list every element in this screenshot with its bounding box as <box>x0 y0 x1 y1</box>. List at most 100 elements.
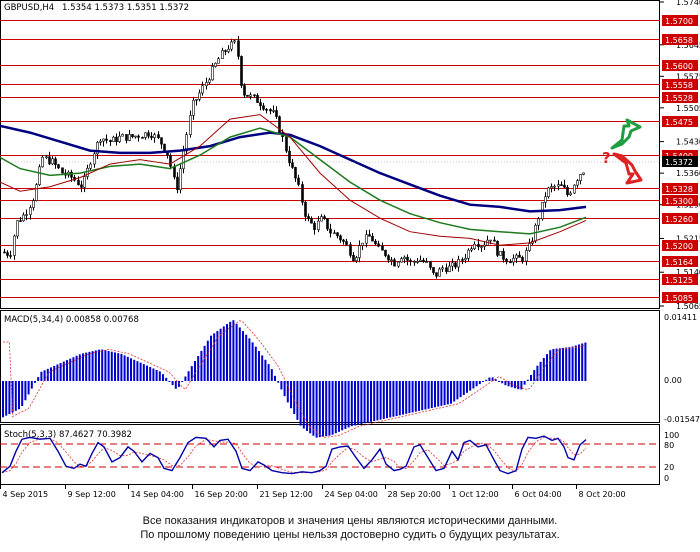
macd-bar <box>498 381 500 382</box>
macd-bar <box>549 350 552 381</box>
macd-bar <box>8 381 11 415</box>
candle-body <box>102 138 105 142</box>
arrow-up-icon <box>610 118 642 150</box>
candle-body <box>313 222 316 230</box>
candlesticks <box>3 35 585 279</box>
svg-text:0.01411: 0.01411 <box>664 313 697 322</box>
candle-body <box>470 248 473 251</box>
candle-body <box>121 134 124 137</box>
candle-body <box>525 250 528 262</box>
macd-bar <box>357 381 360 425</box>
macd-bar <box>213 333 216 381</box>
macd-bar <box>386 381 388 419</box>
macd-bar <box>184 376 187 381</box>
macd-bar <box>174 381 177 389</box>
candle-body <box>425 261 428 263</box>
macd-bar <box>395 381 398 417</box>
macd-bar <box>168 381 171 382</box>
macd-bar <box>456 381 459 400</box>
macd-bar <box>350 381 353 427</box>
macd-bar <box>376 381 379 421</box>
macd-bar <box>331 381 334 435</box>
chart-area[interactable]: 1.57401.56451.55751.55051.54301.53601.52… <box>0 0 700 514</box>
candle-body <box>547 187 550 198</box>
macd-bar <box>101 349 104 381</box>
macd-bar <box>328 381 331 436</box>
disclaimer: Все показания индикаторов и значения цен… <box>0 514 700 542</box>
candle-body <box>518 254 521 258</box>
candle-body <box>323 216 326 219</box>
candle-body <box>345 241 348 245</box>
macd-bar <box>306 381 308 431</box>
macd-bar <box>155 369 158 381</box>
candle-body <box>118 135 121 143</box>
candle-body <box>211 66 214 81</box>
quotes-label: 1.5354 1.5373 1.5351 1.5372 <box>62 3 189 13</box>
macd-bar <box>504 381 507 386</box>
candle-body <box>32 200 35 208</box>
candle-body <box>291 162 294 168</box>
candle-body <box>285 136 288 152</box>
level-label: 1.5475 <box>665 118 693 127</box>
candle-body <box>301 184 304 203</box>
level-label: 1.5528 <box>665 94 693 103</box>
candle-body <box>579 174 582 181</box>
moving-average-fast <box>0 114 587 246</box>
candle-body <box>297 177 300 185</box>
candle-body <box>441 267 444 270</box>
macd-bar <box>389 381 392 418</box>
time-tick-label: 9 Sep 12:00 <box>68 490 116 499</box>
macd-bar <box>59 363 62 381</box>
macd-bar <box>27 381 30 395</box>
candle-body <box>537 218 540 226</box>
macd-bar <box>216 331 219 381</box>
candle-body <box>502 250 505 260</box>
macd-bar <box>136 361 139 381</box>
candle-body <box>467 249 470 259</box>
candle-body <box>208 79 211 83</box>
candle-body <box>48 156 51 165</box>
macd-bar <box>402 381 404 415</box>
macd-bar <box>478 381 481 385</box>
macd-bar <box>536 365 539 381</box>
macd-bar <box>40 371 43 381</box>
candle-body <box>563 184 566 188</box>
macd-bar <box>469 381 472 391</box>
macd-bar <box>258 351 260 381</box>
price-tick-label: 1.5505 <box>676 104 700 113</box>
macd-bar <box>299 381 302 426</box>
macd-bar <box>354 381 356 426</box>
candle-body <box>38 166 41 185</box>
candle-body <box>99 140 102 143</box>
candle-body <box>131 134 134 138</box>
candle-body <box>198 92 201 100</box>
candle-body <box>464 257 467 261</box>
macd-bar <box>232 320 235 381</box>
candle-body <box>35 184 38 201</box>
candle-body <box>13 235 16 256</box>
candle-body <box>320 216 323 222</box>
macd-bar <box>437 381 440 407</box>
candle-body <box>307 216 310 219</box>
macd-bar <box>37 377 40 381</box>
macd-bar <box>488 377 491 381</box>
macd-bar <box>18 381 20 410</box>
macd-bar <box>254 346 257 381</box>
candle-body <box>550 186 553 189</box>
macd-bar <box>142 364 145 381</box>
macd-bar <box>430 381 433 409</box>
candle-body <box>227 48 230 52</box>
candle-body <box>269 109 272 112</box>
candle-body <box>182 150 185 169</box>
candle-body <box>438 268 441 277</box>
macd-bar <box>280 381 283 390</box>
level-label: 1.5260 <box>665 215 693 224</box>
macd-bar <box>568 347 571 381</box>
candle-body <box>451 262 454 267</box>
candle-body <box>489 239 492 242</box>
candle-body <box>336 232 339 237</box>
macd-bar <box>482 381 484 382</box>
macd-bar <box>462 381 465 395</box>
macd-bar <box>165 377 168 381</box>
candle-body <box>393 259 396 267</box>
